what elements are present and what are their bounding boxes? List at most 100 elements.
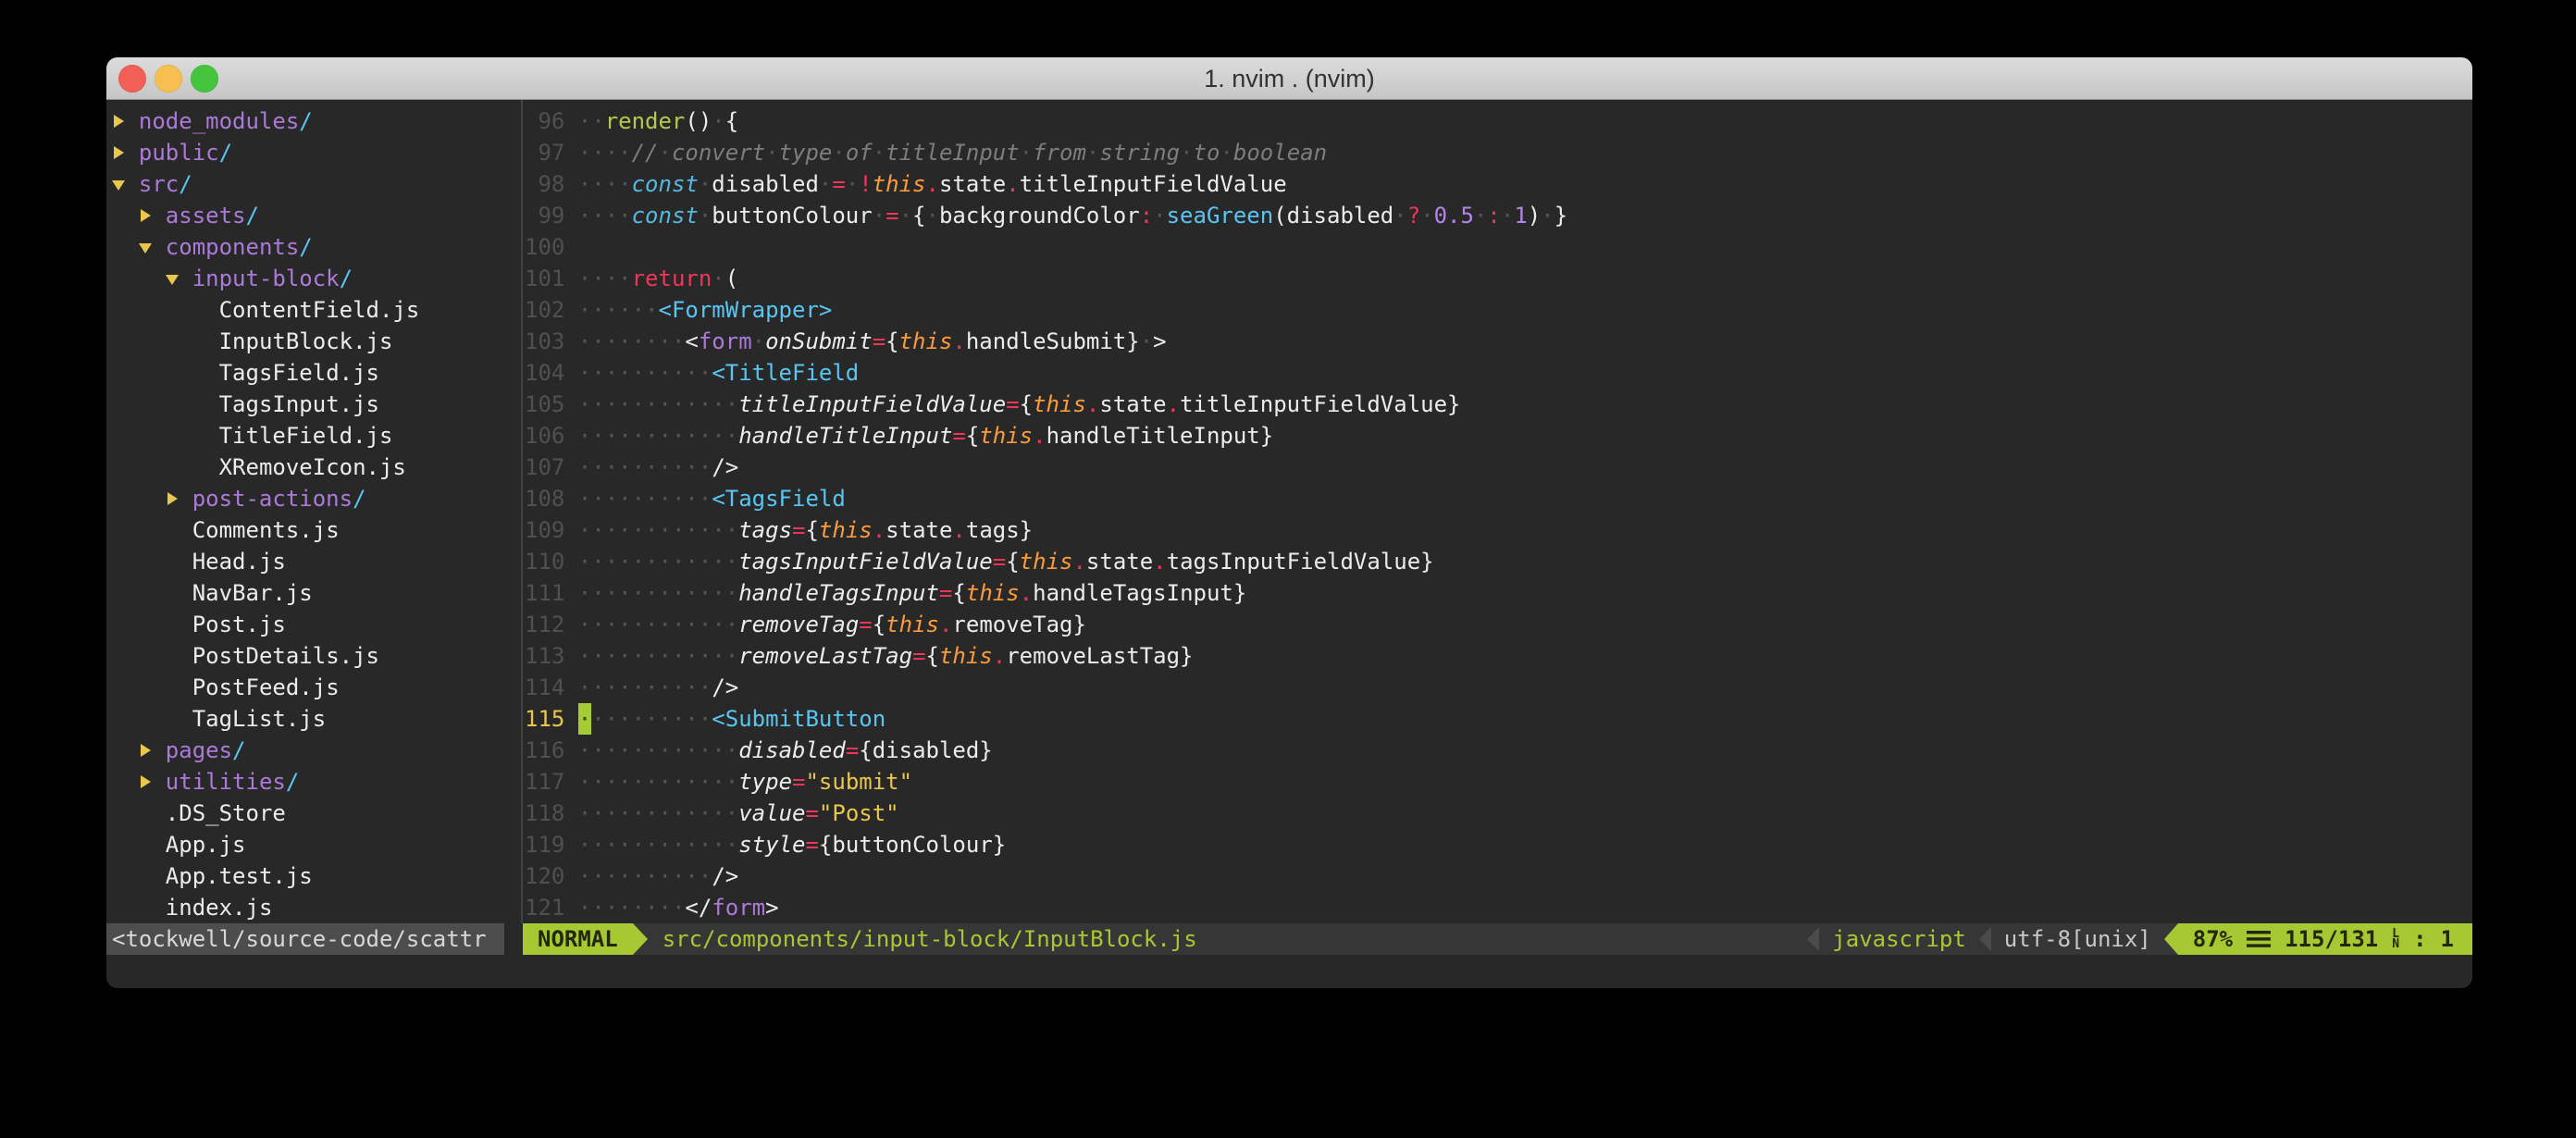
code-token: ··········/> bbox=[578, 454, 738, 480]
tree-item-components[interactable]: components/ bbox=[112, 231, 521, 263]
file-tree-panel[interactable]: node_modules/ public/ src/ assets/ compo… bbox=[106, 100, 521, 923]
code-line-100[interactable]: 100 bbox=[525, 231, 2472, 263]
code-token: removeLastTag} bbox=[1006, 643, 1193, 669]
line-number: 119 bbox=[525, 829, 564, 860]
code-editor[interactable]: 96··render()·{97····//·convert·type·of·t… bbox=[523, 100, 2472, 923]
code-line-102[interactable]: 102······<FormWrapper> bbox=[525, 294, 2472, 326]
code-line-104[interactable]: 104··········<TitleField bbox=[525, 357, 2472, 389]
tree-item-node_modules[interactable]: node_modules/ bbox=[112, 105, 521, 137]
code-token: = bbox=[805, 800, 818, 826]
minimize-button[interactable] bbox=[155, 65, 182, 93]
powerline-chevron-left-icon bbox=[1807, 927, 1819, 951]
code-token: type bbox=[738, 769, 792, 795]
chevron-right-icon[interactable] bbox=[166, 483, 179, 514]
code-token: ·disabled· bbox=[699, 171, 833, 197]
tree-item-Head.js[interactable]: Head.js bbox=[112, 546, 521, 577]
command-line[interactable] bbox=[106, 955, 2472, 988]
tree-item-public[interactable]: public/ bbox=[112, 137, 521, 168]
code-line-97[interactable]: 97····//·convert·type·of·titleInput·from… bbox=[525, 137, 2472, 168]
line-number: 121 bbox=[525, 892, 564, 923]
code-line-113[interactable]: 113············removeLastTag={this.remov… bbox=[525, 640, 2472, 672]
code-token: disabled bbox=[738, 737, 846, 763]
powerline-arrow-right-icon bbox=[633, 923, 648, 955]
tree-item-TagList.js[interactable]: TagList.js bbox=[112, 703, 521, 735]
code-token: ········· bbox=[591, 706, 712, 732]
code-token: "submit" bbox=[805, 769, 912, 795]
code-token: this bbox=[899, 328, 953, 354]
code-line-110[interactable]: 110············tagsInputFieldValue={this… bbox=[525, 546, 2472, 577]
tree-item-InputBlock.js[interactable]: InputBlock.js bbox=[112, 326, 521, 357]
code-token: state bbox=[886, 517, 952, 543]
directory-name: utilities bbox=[166, 769, 286, 795]
code-line-121[interactable]: 121········</form> bbox=[525, 892, 2472, 923]
close-button[interactable] bbox=[118, 65, 146, 93]
tree-item-Comments.js[interactable]: Comments.js bbox=[112, 514, 521, 546]
chevron-right-icon[interactable] bbox=[139, 735, 152, 766]
tree-item-PostFeed.js[interactable]: PostFeed.js bbox=[112, 672, 521, 703]
tree-item-pages[interactable]: pages/ bbox=[112, 735, 521, 766]
lines-icon bbox=[2247, 931, 2271, 947]
traffic-lights bbox=[118, 57, 218, 100]
tree-item-NavBar.js[interactable]: NavBar.js bbox=[112, 577, 521, 609]
chevron-down-icon[interactable] bbox=[166, 263, 179, 294]
code-token: titleInputFieldValue bbox=[738, 391, 1006, 417]
tree-item-ContentField.js[interactable]: ContentField.js bbox=[112, 294, 521, 326]
code-token: : bbox=[1487, 203, 1500, 229]
file-name: PostFeed.js bbox=[192, 674, 340, 700]
chevron-right-icon[interactable] bbox=[139, 766, 152, 798]
chevron-right-icon[interactable] bbox=[112, 137, 125, 168]
tree-item-index.js[interactable]: index.js bbox=[112, 892, 521, 923]
code-token: { bbox=[966, 423, 979, 449]
code-line-103[interactable]: 103········<form·onSubmit={this.handleSu… bbox=[525, 326, 2472, 357]
code-token: ············ bbox=[578, 423, 738, 449]
code-line-116[interactable]: 116············disabled={disabled} bbox=[525, 735, 2472, 766]
code-token: ·········· bbox=[578, 360, 712, 386]
code-line-120[interactable]: 120··········/> bbox=[525, 860, 2472, 892]
code-token: . bbox=[993, 643, 1006, 669]
code-token: = bbox=[952, 423, 965, 449]
tree-item-App.test.js[interactable]: App.test.js bbox=[112, 860, 521, 892]
code-token: seaGreen bbox=[1167, 203, 1274, 229]
chevron-down-icon[interactable] bbox=[139, 231, 152, 263]
code-token: this bbox=[979, 423, 1033, 449]
code-line-108[interactable]: 108··········<TagsField bbox=[525, 483, 2472, 514]
code-token: titleInputFieldValue bbox=[1020, 171, 1287, 197]
code-token: )·} bbox=[1528, 203, 1567, 229]
chevron-right-icon[interactable] bbox=[112, 105, 125, 137]
zoom-button[interactable] bbox=[191, 65, 218, 93]
code-line-109[interactable]: 109············tags={this.state.tags} bbox=[525, 514, 2472, 546]
code-token: ············ bbox=[578, 737, 738, 763]
tree-item-TagsInput.js[interactable]: TagsInput.js bbox=[112, 389, 521, 420]
chevron-down-icon[interactable] bbox=[112, 168, 125, 200]
code-line-118[interactable]: 118············value="Post" bbox=[525, 798, 2472, 829]
code-line-107[interactable]: 107··········/> bbox=[525, 451, 2472, 483]
code-line-111[interactable]: 111············handleTagsInput={this.han… bbox=[525, 577, 2472, 609]
tree-item-src[interactable]: src/ bbox=[112, 168, 521, 200]
chevron-right-icon[interactable] bbox=[139, 200, 152, 231]
code-line-114[interactable]: 114··········/> bbox=[525, 672, 2472, 703]
tree-item-input-block[interactable]: input-block/ bbox=[112, 263, 521, 294]
code-line-117[interactable]: 117············type="submit" bbox=[525, 766, 2472, 798]
tree-item-TagsField.js[interactable]: TagsField.js bbox=[112, 357, 521, 389]
code-line-106[interactable]: 106············handleTitleInput={this.ha… bbox=[525, 420, 2472, 451]
tree-item-post-actions[interactable]: post-actions/ bbox=[112, 483, 521, 514]
code-line-96[interactable]: 96··render()·{ bbox=[525, 105, 2472, 137]
tree-item-.DS_Store[interactable]: .DS_Store bbox=[112, 798, 521, 829]
code-line-99[interactable]: 99····const·buttonColour·=·{·backgroundC… bbox=[525, 200, 2472, 231]
code-token: tagsInputFieldValue bbox=[738, 549, 993, 575]
code-line-115[interactable]: 115··········<SubmitButton bbox=[525, 703, 2472, 735]
code-line-119[interactable]: 119············style={buttonColour} bbox=[525, 829, 2472, 860]
tree-item-TitleField.js[interactable]: TitleField.js bbox=[112, 420, 521, 451]
code-token: ()·{ bbox=[685, 108, 738, 134]
tree-item-XRemoveIcon.js[interactable]: XRemoveIcon.js bbox=[112, 451, 521, 483]
code-line-112[interactable]: 112············removeTag={this.removeTag… bbox=[525, 609, 2472, 640]
file-name: PostDetails.js bbox=[192, 643, 379, 669]
tree-item-utilities[interactable]: utilities/ bbox=[112, 766, 521, 798]
code-line-105[interactable]: 105············titleInputFieldValue={thi… bbox=[525, 389, 2472, 420]
code-line-101[interactable]: 101····return·( bbox=[525, 263, 2472, 294]
code-line-98[interactable]: 98····const·disabled·=·!this.state.title… bbox=[525, 168, 2472, 200]
tree-item-PostDetails.js[interactable]: PostDetails.js bbox=[112, 640, 521, 672]
tree-item-App.js[interactable]: App.js bbox=[112, 829, 521, 860]
tree-item-Post.js[interactable]: Post.js bbox=[112, 609, 521, 640]
tree-item-assets[interactable]: assets/ bbox=[112, 200, 521, 231]
